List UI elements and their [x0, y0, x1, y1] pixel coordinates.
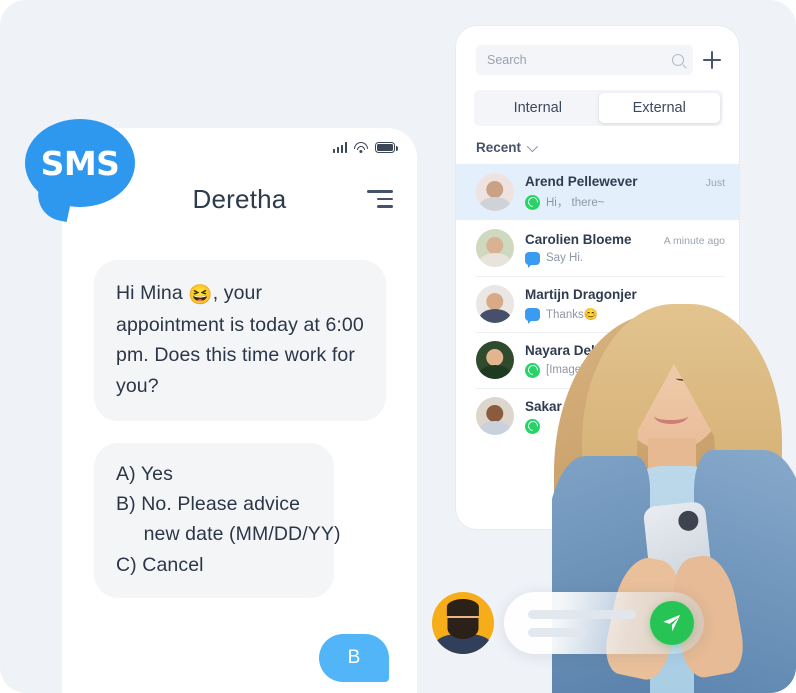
- app-screenshot: Deretha Hi Mina 😆, your appointment is t…: [0, 0, 796, 693]
- composer-input[interactable]: [504, 592, 704, 654]
- avatar: [476, 173, 514, 211]
- wifi-icon: [354, 142, 368, 153]
- search-row: [456, 26, 739, 75]
- message-preview: Say Hi.: [546, 252, 584, 264]
- search-icon: [672, 54, 684, 66]
- send-paper-plane-icon[interactable]: [650, 601, 694, 645]
- chat-contact-name: Deretha: [192, 183, 287, 214]
- tab-internal[interactable]: Internal: [477, 93, 599, 123]
- avatar: [476, 341, 514, 379]
- timestamp: A minute ago: [663, 234, 725, 247]
- contact-name: Arend Pellewever: [525, 174, 638, 189]
- avatar: [476, 397, 514, 435]
- conversation-row-arend-pellewever[interactable]: Arend Pellewever Just Hi， there~: [456, 164, 739, 220]
- whatsapp-icon: [525, 194, 540, 210]
- search-input[interactable]: [487, 53, 672, 67]
- battery-icon: [375, 142, 398, 153]
- recent-label: Recent: [476, 140, 522, 155]
- sms-bubble-body: SMS: [25, 119, 135, 207]
- recent-filter[interactable]: Recent: [456, 126, 739, 164]
- avatar: [476, 285, 514, 323]
- plus-icon[interactable]: [703, 51, 721, 69]
- message-composer: [432, 592, 704, 654]
- user-avatar: [432, 592, 494, 654]
- message-bubble-outgoing: B: [319, 633, 389, 682]
- grinning-emoji-icon: 😆: [188, 284, 213, 306]
- timestamp: Just: [705, 177, 725, 189]
- message-bubble-incoming: Hi Mina 😆, your appointment is today at …: [94, 260, 386, 421]
- hamburger-menu-icon[interactable]: [367, 189, 393, 209]
- message-bubble-options: A) Yes B) No. Please advice new date (MM…: [94, 442, 340, 598]
- channel-tabs: Internal External: [474, 90, 723, 126]
- message-list: Hi Mina 😆, your appointment is today at …: [62, 238, 417, 693]
- sms-logo: SMS: [25, 119, 135, 224]
- signal-bars-icon: [332, 142, 347, 153]
- message-preview: Hi， there~: [546, 197, 605, 209]
- avatar: [476, 229, 514, 267]
- phone-status-bar: [332, 142, 398, 153]
- message-text-part-1: Hi Mina: [116, 282, 189, 304]
- sms-icon: [525, 307, 540, 324]
- whatsapp-icon: [525, 418, 540, 434]
- sms-logo-text: SMS: [40, 143, 120, 183]
- conversation-row-carolien-bloeme[interactable]: Carolien Bloeme A minute ago Say Hi.: [456, 220, 739, 276]
- whatsapp-icon: [525, 362, 540, 378]
- composer-placeholder-lines: [528, 609, 650, 637]
- tab-external[interactable]: External: [598, 93, 720, 123]
- search-field[interactable]: [476, 45, 693, 75]
- sms-icon: [525, 251, 540, 268]
- chevron-down-icon: [526, 140, 539, 152]
- contact-name: Carolien Bloeme: [525, 231, 632, 247]
